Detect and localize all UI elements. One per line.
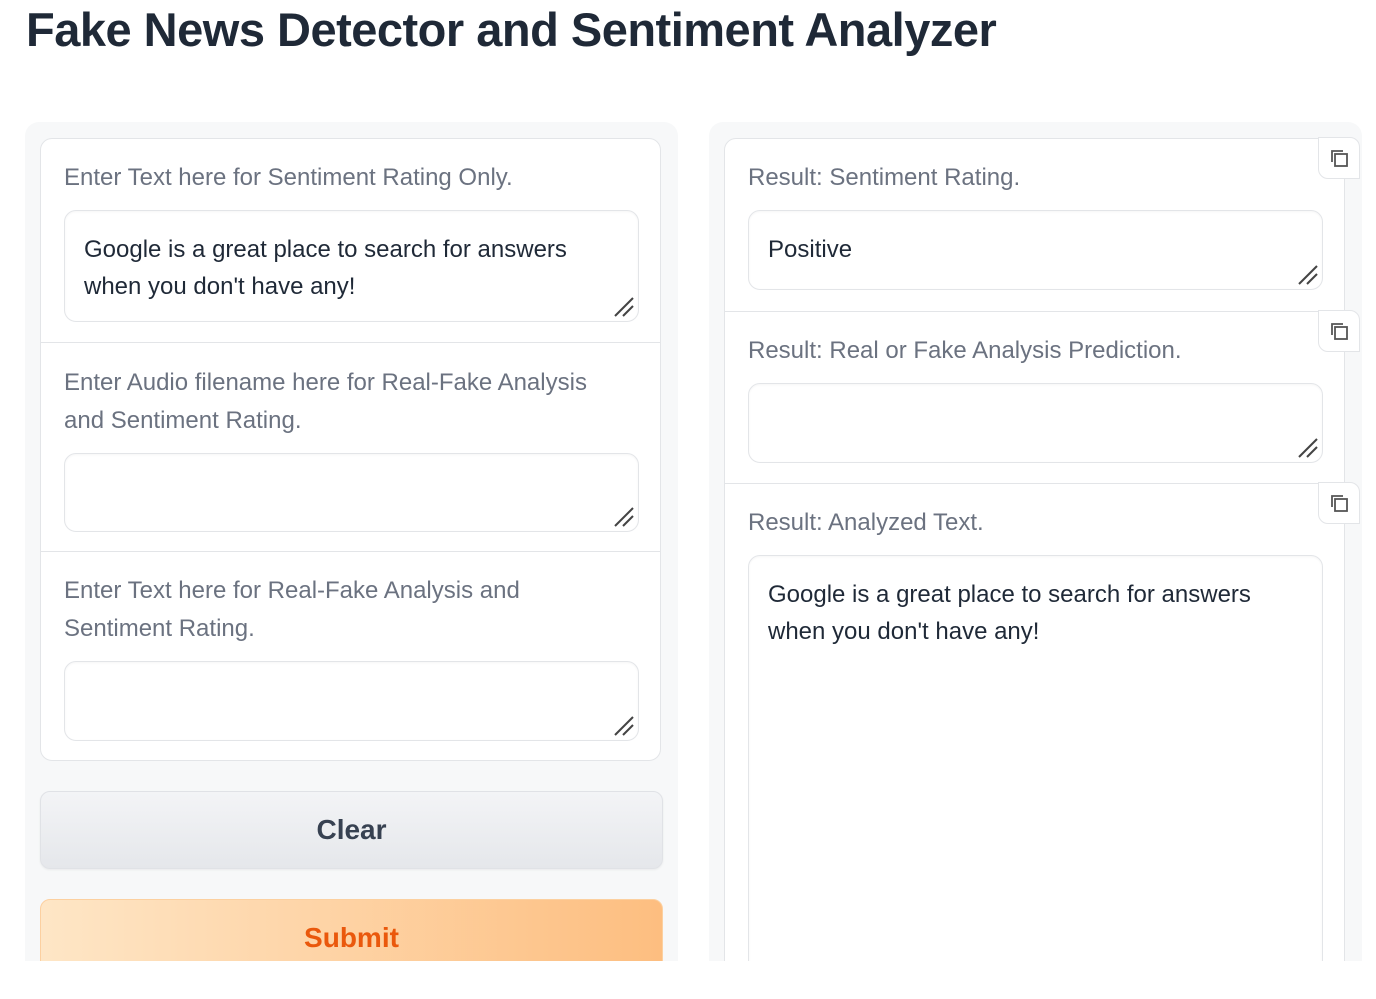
audio-filename-field: Enter Audio filename here for Real-Fake …	[41, 342, 660, 551]
resize-handle-icon[interactable]	[1297, 264, 1319, 286]
sentiment-text-field: Enter Text here for Sentiment Rating Onl…	[41, 139, 660, 342]
sentiment-text-input[interactable]: Google is a great place to search for an…	[64, 210, 639, 322]
resize-handle-icon[interactable]	[613, 296, 635, 318]
analyzed-text-value: Google is a great place to search for an…	[768, 581, 1251, 645]
copy-icon	[1331, 150, 1348, 167]
app-viewport: Fake News Detector and Sentiment Analyze…	[0, 0, 1376, 961]
sentiment-result-output[interactable]: Positive	[748, 210, 1323, 290]
sentiment-result-label: Result: Sentiment Rating.	[748, 164, 1021, 191]
audio-filename-input[interactable]	[64, 453, 639, 532]
input-column: Enter Text here for Sentiment Rating Onl…	[25, 122, 678, 961]
realfake-text-label: Enter Text here for Real-Fake Analysis a…	[64, 577, 520, 642]
realfake-text-field: Enter Text here for Real-Fake Analysis a…	[41, 551, 660, 760]
realfake-text-input[interactable]	[64, 661, 639, 741]
input-panel: Enter Text here for Sentiment Rating Onl…	[40, 138, 661, 761]
analyzed-text-label: Result: Analyzed Text.	[748, 509, 984, 536]
audio-filename-label: Enter Audio filename here for Real-Fake …	[64, 369, 587, 434]
sentiment-text-value: Google is a great place to search for an…	[84, 236, 567, 300]
realfake-result-label: Result: Real or Fake Analysis Prediction…	[748, 337, 1182, 364]
output-panel: Result: Sentiment Rating. Positive Resul…	[724, 137, 1360, 961]
analyzed-text-field: Result: Analyzed Text. Google is a great…	[725, 482, 1360, 961]
sentiment-text-label: Enter Text here for Sentiment Rating Onl…	[64, 164, 513, 191]
clear-button[interactable]: Clear	[40, 791, 663, 869]
sentiment-result-value: Positive	[768, 236, 853, 263]
realfake-result-output[interactable]	[748, 383, 1323, 463]
realfake-result-field: Result: Real or Fake Analysis Prediction…	[725, 310, 1360, 483]
sentiment-result-field: Result: Sentiment Rating. Positive	[725, 137, 1360, 311]
copy-icon	[1331, 323, 1348, 340]
copy-button[interactable]	[1318, 137, 1360, 179]
resize-handle-icon[interactable]	[613, 715, 635, 737]
resize-handle-icon[interactable]	[613, 506, 635, 528]
page-title: Fake News Detector and Sentiment Analyze…	[26, 3, 997, 56]
copy-icon	[1331, 495, 1348, 512]
copy-button[interactable]	[1318, 482, 1360, 524]
copy-button[interactable]	[1318, 310, 1360, 352]
analyzed-text-output[interactable]: Google is a great place to search for an…	[748, 555, 1323, 961]
submit-button[interactable]: Submit	[40, 899, 663, 961]
output-column: Result: Sentiment Rating. Positive Resul…	[709, 122, 1362, 961]
resize-handle-icon[interactable]	[1297, 437, 1319, 459]
